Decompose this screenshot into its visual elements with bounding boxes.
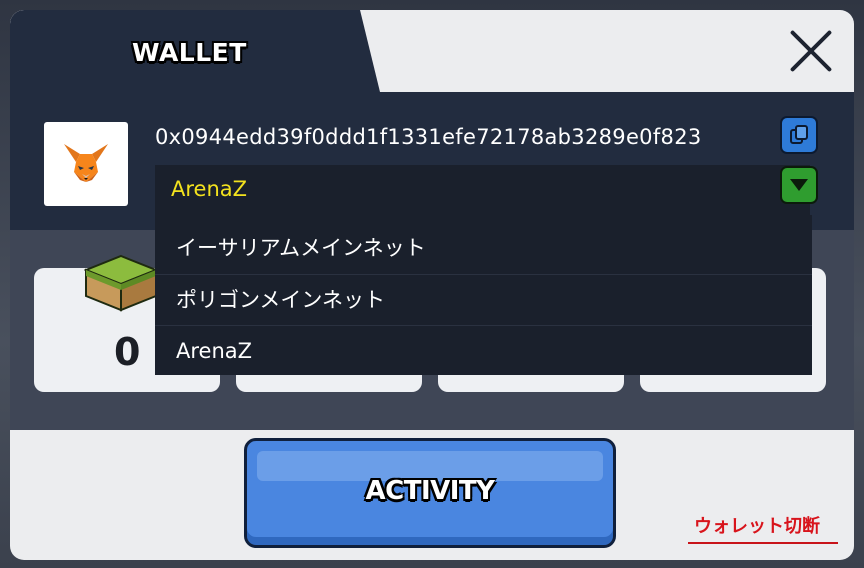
disconnect-wallet-link[interactable]: ウォレット切断 [688,510,838,544]
network-select-value: ArenaZ [171,177,248,201]
triangle-down-icon [790,179,808,191]
close-icon[interactable] [786,26,836,76]
network-option-polygon[interactable]: ポリゴンメインネット [155,274,812,325]
disconnect-wallet-label: ウォレット切断 [694,516,820,537]
network-option-list: イーサリアムメインネット ポリゴンメインネット ArenaZ [155,215,812,375]
network-option-arenaz[interactable]: ArenaZ [155,325,812,376]
wallet-tab-title: WALLET [132,38,247,67]
copy-icon [790,125,808,144]
network-dropdown-button[interactable] [780,166,818,204]
activity-button-label: ACTIVITY [365,476,495,506]
wallet-address: 0x0944edd39f0ddd1f1331efe72178ab3289e0f8… [155,125,702,149]
network-select[interactable]: ArenaZ [155,165,810,215]
wallet-panel: WALLET 0x0944edd39f0ddd1f1331efe72178ab3… [10,10,854,560]
activity-button[interactable]: ACTIVITY [244,438,616,548]
network-option-ethereum[interactable]: イーサリアムメインネット [155,223,812,274]
land-count: 0 [114,330,141,374]
wallet-avatar [44,122,128,206]
land-cube-icon [84,254,158,312]
copy-address-button[interactable] [780,116,818,154]
metamask-fox-icon [64,144,108,182]
